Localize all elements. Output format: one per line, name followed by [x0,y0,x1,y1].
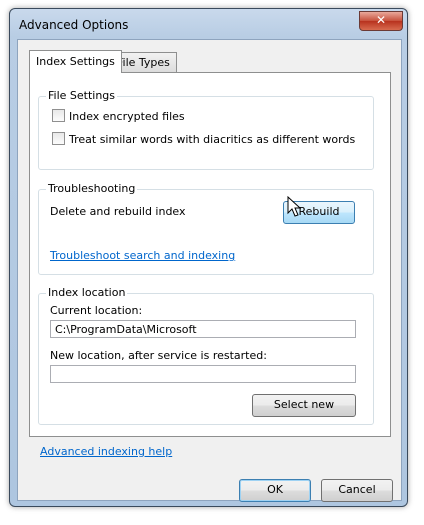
title-bar[interactable]: Advanced Options ✕ [10,9,407,39]
new-location-field[interactable] [50,365,356,383]
tab-index-settings[interactable]: Index Settings [29,50,122,73]
index-encrypted-files-checkbox[interactable] [52,109,65,122]
new-location-label: New location, after service is restarted… [50,349,267,362]
troubleshooting-title: Troubleshooting [46,182,138,195]
index-encrypted-files-label: Index encrypted files [69,110,185,123]
index-settings-panel: File Settings Index encrypted files Trea… [29,72,391,437]
close-icon: ✕ [375,13,387,27]
close-button[interactable]: ✕ [359,11,403,31]
cancel-button[interactable]: Cancel [321,479,393,502]
index-encrypted-files-option[interactable]: Index encrypted files [52,109,185,123]
advanced-indexing-help-link[interactable]: Advanced indexing help [40,445,172,458]
troubleshooting-group: Troubleshooting Delete and rebuild index… [38,182,374,275]
dialog-client-area: Index Settings File Types File Settings … [17,39,402,502]
diacritics-label: Treat similar words with diacritics as d… [69,133,356,146]
rebuild-description: Delete and rebuild index [50,205,186,218]
advanced-options-window: Advanced Options ✕ Index Settings File T… [9,8,408,507]
select-new-button[interactable]: Select new [252,394,356,417]
window-title: Advanced Options [19,18,129,32]
diacritics-checkbox[interactable] [52,132,65,145]
current-location-label: Current location: [50,304,143,317]
troubleshoot-link[interactable]: Troubleshoot search and indexing [50,249,235,262]
diacritics-option[interactable]: Treat similar words with diacritics as d… [52,132,355,146]
current-location-field[interactable]: C:\ProgramData\Microsoft [50,320,356,338]
file-settings-group: File Settings Index encrypted files Trea… [38,89,374,170]
index-location-title: Index location [46,286,128,299]
file-settings-title: File Settings [46,89,118,102]
index-location-group: Index location Current location: C:\Prog… [38,286,374,425]
mouse-pointer-icon [287,196,302,217]
ok-button[interactable]: OK [239,479,311,502]
